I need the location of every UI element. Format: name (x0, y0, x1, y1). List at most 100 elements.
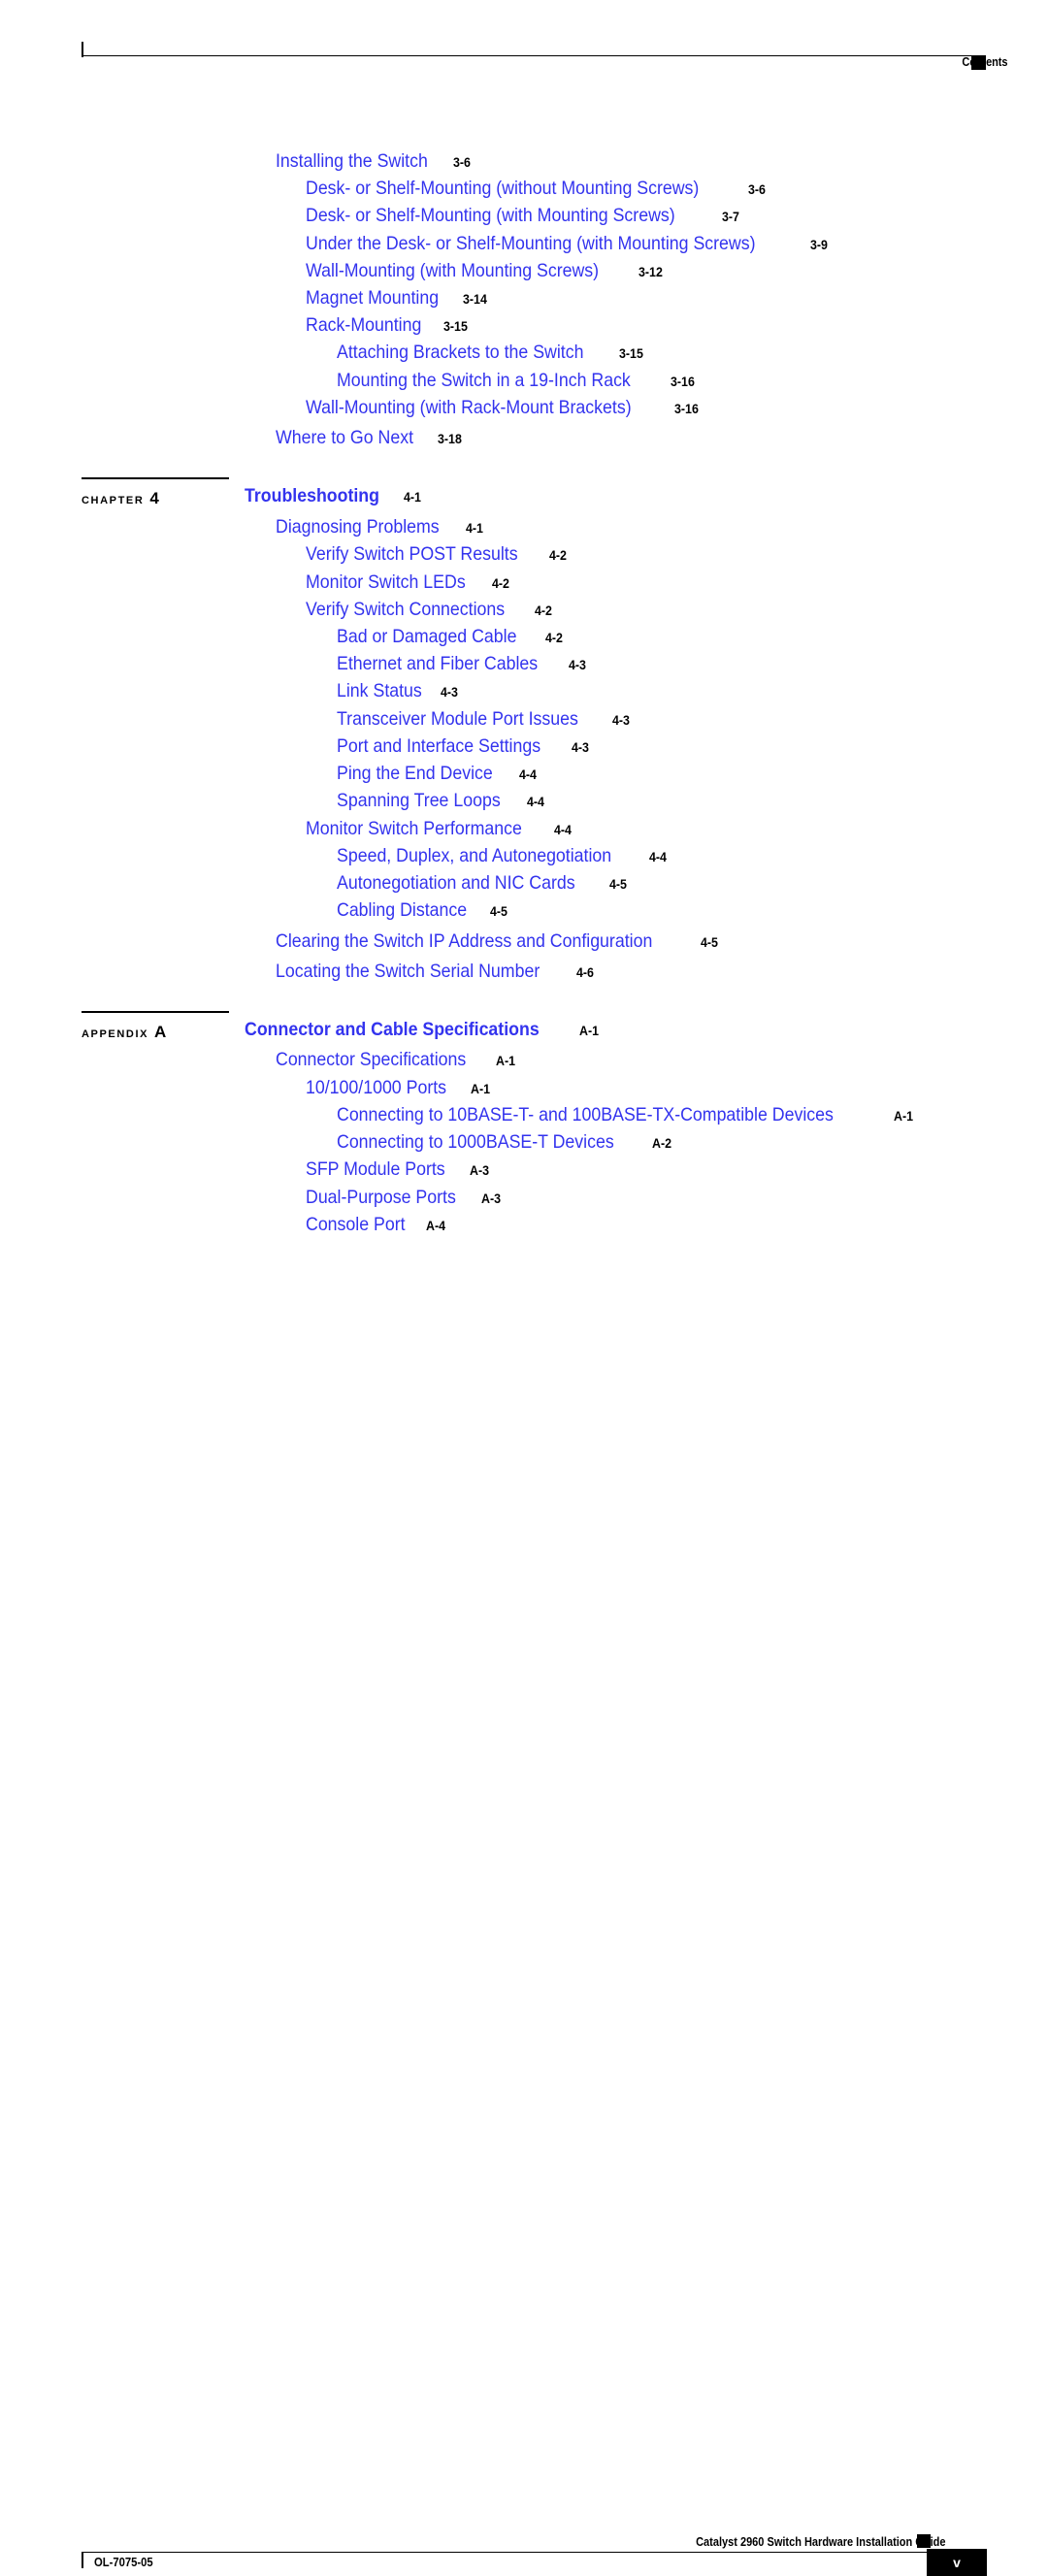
toc-entry-page: 4-1 (403, 490, 421, 505)
page-footer: Catalyst 2960 Switch Hardware Installati… (0, 1261, 1048, 2576)
toc-entry-page: 4-4 (518, 767, 537, 782)
toc-entry[interactable]: Verify Switch Connections 4-2 (306, 600, 554, 620)
toc-entry[interactable]: Rack-Mounting 3-15 (306, 314, 470, 336)
toc-entry-page: 4-2 (549, 548, 568, 563)
toc-entry-label: Cabling Distance (337, 899, 468, 921)
section-marker-number: A (154, 1023, 167, 1041)
toc-entry[interactable]: Monitor Switch Performance 4-4 (306, 818, 573, 839)
toc-entry-label: SFP Module Ports (306, 1158, 445, 1180)
section-marker-rule (82, 477, 229, 479)
toc-entry-label: Clearing the Switch IP Address and Confi… (276, 930, 653, 952)
toc-entry-label: Transceiver Module Port Issues (337, 708, 578, 730)
toc-entry[interactable]: Link Status 4-3 (337, 680, 460, 701)
page-header: Contents (0, 0, 1048, 87)
toc-entry-label: 10/100/1000 Ports (306, 1077, 447, 1098)
toc-entry[interactable]: Connecting to 10BASE-T- and 100BASE-TX-C… (337, 1105, 914, 1125)
toc-entry-label: Where to Go Next (276, 427, 414, 448)
toc-entry-label: Mounting the Switch in a 19-Inch Rack (337, 370, 631, 391)
toc-entry[interactable]: Port and Interface Settings 4-3 (337, 735, 590, 757)
toc-entry[interactable]: Autonegotiation and NIC Cards 4-5 (337, 873, 628, 894)
toc-entry-page: 4-3 (612, 713, 631, 728)
toc-entry-page: 4-5 (700, 935, 718, 950)
toc-entry-page: 4-3 (571, 740, 589, 755)
toc-entry[interactable]: Wall-Mounting (with Mounting Screws) 3-12 (306, 260, 665, 281)
toc-entry-page: A-1 (578, 1024, 599, 1038)
toc-entry-page: 3-18 (438, 432, 462, 446)
toc-entry[interactable]: Installing the Switch 3-6 (276, 150, 473, 172)
toc-entry-page: 3-14 (462, 292, 487, 307)
toc-entry[interactable]: Diagnosing Problems 4-1 (276, 516, 485, 538)
toc-entry[interactable]: Ping the End Device 4-4 (337, 763, 538, 784)
toc-entry[interactable]: Troubleshooting 4-1 (245, 485, 422, 506)
toc-entry-page: 4-5 (490, 904, 508, 919)
toc-entry-page: 4-4 (527, 795, 545, 809)
toc-entry-label: Attaching Brackets to the Switch (337, 342, 584, 363)
toc-entry-label: Wall-Mounting (with Rack-Mount Brackets) (306, 397, 632, 418)
toc-entry[interactable]: Transceiver Module Port Issues 4-3 (337, 708, 632, 730)
footer-page-number: v (953, 2555, 961, 2570)
toc-entry-page: 4-4 (553, 823, 572, 837)
toc-entry-label: Ping the End Device (337, 763, 493, 784)
toc-entry[interactable]: Connector Specifications A-1 (276, 1050, 516, 1070)
toc-entry-label: Speed, Duplex, and Autonegotiation (337, 845, 612, 866)
toc-entry[interactable]: Clearing the Switch IP Address and Confi… (276, 930, 719, 952)
toc-entry-page: A-3 (469, 1163, 489, 1178)
toc-entry[interactable]: Locating the Switch Serial Number 4-6 (276, 962, 596, 982)
section-marker-word: CHAPTER (82, 495, 145, 506)
toc-entry-label: Ethernet and Fiber Cables (337, 653, 539, 674)
toc-entry[interactable]: Under the Desk- or Shelf-Mounting (with … (306, 234, 830, 254)
toc-entry-label: Verify Switch POST Results (306, 543, 518, 565)
toc-entry-page: 3-16 (670, 375, 695, 389)
toc-entry[interactable]: Cabling Distance 4-5 (337, 899, 509, 921)
section-marker-label: CHAPTER 4 (82, 489, 159, 508)
toc-entry-page: 4-2 (544, 631, 563, 645)
toc-entry-page: 3-15 (618, 346, 643, 361)
toc-entry[interactable]: SFP Module Ports A-3 (306, 1158, 491, 1180)
toc-entry-label: Monitor Switch Performance (306, 818, 522, 839)
toc-entry-page: 4-2 (491, 576, 509, 591)
toc-entry[interactable]: Speed, Duplex, and Autonegotiation 4-4 (337, 845, 669, 866)
toc-entry-page: 3-6 (453, 155, 472, 170)
section-marker-number: 4 (149, 489, 159, 507)
section-marker-word: APPENDIX (82, 1028, 149, 1040)
toc-entry-label: Rack-Mounting (306, 314, 422, 336)
toc-entry-label: Bad or Damaged Cable (337, 626, 517, 647)
toc-entry-label: Wall-Mounting (with Mounting Screws) (306, 260, 600, 281)
footer-guide-title: Catalyst 2960 Switch Hardware Installati… (695, 2535, 945, 2549)
toc-entry-label: Connecting to 1000BASE-T Devices (337, 1131, 614, 1153)
toc-entry[interactable]: Verify Switch POST Results 4-2 (306, 543, 569, 565)
toc-entry-label: Desk- or Shelf-Mounting (without Mountin… (306, 178, 700, 199)
toc-entry[interactable]: Desk- or Shelf-Mounting (without Mountin… (306, 179, 768, 199)
toc-entry-label: Installing the Switch (276, 150, 428, 172)
toc-entry[interactable]: 10/100/1000 Ports A-1 (306, 1077, 492, 1098)
toc-entry-page: 4-3 (568, 658, 586, 672)
toc-entry[interactable]: Wall-Mounting (with Rack-Mount Brackets)… (306, 397, 701, 418)
toc-entry-label: Link Status (337, 680, 422, 701)
toc-entry-label: Connector and Cable Specifications (245, 1019, 540, 1040)
footer-left-tick (82, 2552, 83, 2568)
toc-entry[interactable]: Bad or Damaged Cable 4-2 (337, 626, 564, 647)
toc-entry-page: 4-4 (649, 850, 668, 864)
toc-entry-label: Troubleshooting (245, 485, 379, 506)
toc-entry[interactable]: Monitor Switch LEDs 4-2 (306, 572, 511, 593)
toc-entry-page: A-1 (893, 1109, 913, 1124)
toc-entry[interactable]: Desk- or Shelf-Mounting (with Mounting S… (306, 205, 741, 226)
toc-entry[interactable]: Attaching Brackets to the Switch 3-15 (337, 342, 645, 363)
toc-entry-label: Desk- or Shelf-Mounting (with Mounting S… (306, 205, 675, 226)
toc-entry[interactable]: Console Port A-4 (306, 1214, 447, 1235)
toc-entry-label: Diagnosing Problems (276, 516, 440, 538)
toc-entry[interactable]: Magnet Mounting 3-14 (306, 287, 489, 309)
toc-entry[interactable]: Mounting the Switch in a 19-Inch Rack 3-1… (337, 370, 697, 391)
footer-marker-square (917, 2534, 931, 2548)
header-marker-square (971, 55, 986, 70)
footer-document-id: OL-7075-05 (94, 2556, 153, 2569)
toc-entry-label: Magnet Mounting (306, 287, 440, 309)
toc-entry[interactable]: Where to Go Next 3-18 (276, 427, 464, 448)
toc-entry[interactable]: Connecting to 1000BASE-T Devices A-2 (337, 1131, 673, 1153)
toc-entry[interactable]: Connector and Cable Specifications A-1 (245, 1019, 601, 1040)
toc-entry-label: Port and Interface Settings (337, 735, 541, 757)
toc-entry-label: Console Port (306, 1214, 406, 1235)
toc-entry[interactable]: Dual-Purpose Ports A-3 (306, 1188, 503, 1208)
toc-entry[interactable]: Ethernet and Fiber Cables 4-3 (337, 653, 587, 674)
toc-entry[interactable]: Spanning Tree Loops 4-4 (337, 791, 546, 811)
